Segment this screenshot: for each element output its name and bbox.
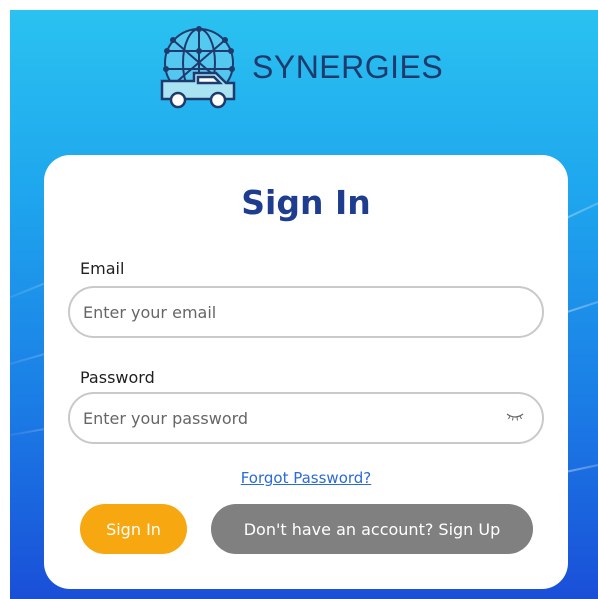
forgot-password-link[interactable]: Forgot Password? — [44, 469, 568, 487]
brand-logo: SYNERGIES — [158, 24, 443, 110]
brand-name: SYNERGIES — [252, 48, 444, 85]
password-field-wrapper — [68, 392, 544, 444]
eye-closed-icon[interactable] — [506, 412, 524, 422]
email-field-wrapper — [68, 286, 544, 338]
sign-in-button[interactable]: Sign In — [80, 504, 187, 554]
sign-up-button[interactable]: Don't have an account? Sign Up — [211, 504, 533, 554]
email-field[interactable] — [83, 302, 483, 322]
page-title: Sign In — [241, 183, 371, 222]
password-field[interactable] — [83, 408, 483, 428]
password-label: Password — [80, 368, 155, 387]
globe-truck-logo-icon — [160, 26, 236, 109]
sign-in-card: Sign In Email Password Forgot Password? … — [44, 155, 568, 589]
email-label: Email — [80, 259, 125, 278]
